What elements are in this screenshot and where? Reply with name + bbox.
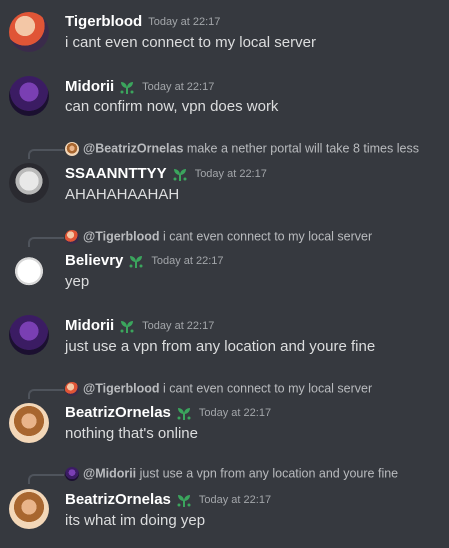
- reply-text: i cant even connect to my local server: [163, 229, 373, 244]
- message-header: BeatrizOrnelas Today at 22:17: [65, 402, 272, 421]
- timestamp: Today at 22:17: [194, 167, 267, 180]
- avatar[interactable]: [9, 403, 49, 443]
- avatar[interactable]: [9, 163, 49, 203]
- username[interactable]: Midorii: [65, 78, 114, 95]
- sprout-badge-icon[interactable]: [175, 492, 193, 508]
- message-text: nothing that's online: [65, 425, 198, 442]
- sprout-badge-icon[interactable]: [118, 79, 136, 95]
- message-text: i cant even connect to my local server: [65, 34, 316, 51]
- reply-preview[interactable]: @Tigerblood i cant even connect to my lo…: [65, 229, 372, 245]
- reply-spine: [28, 149, 64, 159]
- reply-mention[interactable]: @Tigerblood: [83, 230, 160, 244]
- username[interactable]: BeatrizOrnelas: [65, 491, 171, 508]
- message-header: Believry Today at 22:17: [65, 250, 224, 269]
- reply-avatar: [65, 229, 79, 244]
- reply-mention[interactable]: @Tigerblood: [83, 382, 160, 396]
- avatar[interactable]: [9, 12, 49, 52]
- reply-mention[interactable]: @Midorii: [83, 467, 136, 481]
- reply-preview[interactable]: @BeatrizOrnelas make a nether portal wil…: [65, 141, 419, 157]
- message-text: just use a vpn from any location and you…: [65, 338, 376, 355]
- avatar[interactable]: [9, 315, 49, 355]
- sprout-badge-icon[interactable]: [127, 253, 145, 269]
- reply-text: just use a vpn from any location and you…: [139, 466, 399, 481]
- reply-spine: [28, 474, 64, 484]
- username[interactable]: SSAANNTTYY: [65, 165, 167, 182]
- message-text: can confirm now, vpn does work: [65, 98, 279, 115]
- timestamp: Today at 22:17: [198, 406, 272, 419]
- avatar[interactable]: [9, 489, 49, 529]
- reply-mention[interactable]: @BeatrizOrnelas: [83, 142, 183, 156]
- sprout-badge-icon[interactable]: [171, 166, 189, 182]
- username[interactable]: Believry: [65, 252, 123, 269]
- reply-preview[interactable]: @Tigerblood i cant even connect to my lo…: [65, 381, 372, 397]
- reply-preview[interactable]: @Midorii just use a vpn from any locatio…: [65, 466, 398, 482]
- message-text: AHAHAHAAHAH: [65, 186, 180, 203]
- message-header: Tigerblood Today at 22:17: [65, 11, 221, 30]
- timestamp: Today at 22:17: [142, 80, 215, 93]
- reply-avatar: [65, 381, 79, 396]
- timestamp: Today at 22:17: [198, 493, 272, 506]
- timestamp: Today at 22:17: [148, 15, 221, 28]
- reply-spine: [28, 389, 64, 399]
- avatar[interactable]: [9, 252, 49, 292]
- reply-text: i cant even connect to my local server: [163, 381, 373, 396]
- username[interactable]: BeatrizOrnelas: [65, 404, 171, 421]
- timestamp: Today at 22:17: [142, 319, 215, 332]
- message-text: yep: [65, 273, 90, 290]
- reply-text: make a nether portal will take 8 times l…: [186, 141, 419, 156]
- username[interactable]: Midorii: [65, 317, 114, 334]
- reply-spine: [28, 237, 64, 247]
- username[interactable]: Tigerblood: [65, 13, 142, 30]
- message-header: Midorii Today at 22:17: [65, 315, 215, 334]
- message-header: SSAANNTTYY Today at 22:17: [65, 163, 267, 182]
- timestamp: Today at 22:17: [151, 254, 224, 267]
- reply-avatar: [65, 466, 79, 481]
- message-header: BeatrizOrnelas Today at 22:17: [65, 489, 272, 508]
- message-text: its what im doing yep: [65, 512, 206, 529]
- avatar[interactable]: [9, 76, 49, 116]
- sprout-badge-icon[interactable]: [118, 318, 136, 334]
- reply-avatar: [65, 141, 79, 156]
- sprout-badge-icon[interactable]: [175, 405, 193, 421]
- message-header: Midorii Today at 22:17: [65, 76, 215, 95]
